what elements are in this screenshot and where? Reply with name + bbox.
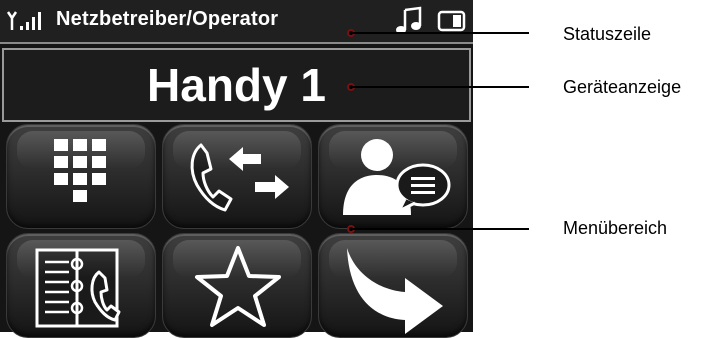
menu-button-contacts-messages[interactable] xyxy=(318,124,468,229)
call-transfer-icon xyxy=(190,143,289,212)
signal-strength-icon xyxy=(6,11,41,30)
contact-message-icon xyxy=(343,139,451,215)
dialpad-icon xyxy=(54,139,106,202)
menu-area-callout-line xyxy=(353,228,529,230)
battery-icon xyxy=(437,10,466,32)
device-display-label: Geräteanzeige xyxy=(563,77,682,97)
menu-area-label: Menübereich xyxy=(563,218,668,238)
phone-screen: Netzbetreiber/Operator Handy 1 xyxy=(0,0,473,338)
menu-button-call-transfer[interactable] xyxy=(162,124,312,229)
phonebook-icon xyxy=(35,248,121,328)
menu-button-phonebook[interactable] xyxy=(6,233,156,338)
status-bar: Netzbetreiber/Operator xyxy=(0,0,473,44)
menu-button-favorites[interactable] xyxy=(162,233,312,338)
menu-button-forward[interactable] xyxy=(318,233,468,338)
device-display: Handy 1 xyxy=(2,48,471,122)
operator-name: Netzbetreiber/Operator xyxy=(56,8,279,30)
forward-arrow-icon xyxy=(347,248,443,334)
favorites-star-icon xyxy=(195,246,281,327)
status-bar-label: Statuszeile xyxy=(563,24,652,44)
device-display-callout-line xyxy=(353,86,529,88)
status-bar-callout-line xyxy=(353,32,529,34)
menu-button-dialpad[interactable] xyxy=(6,124,156,229)
device-name: Handy 1 xyxy=(147,59,326,111)
